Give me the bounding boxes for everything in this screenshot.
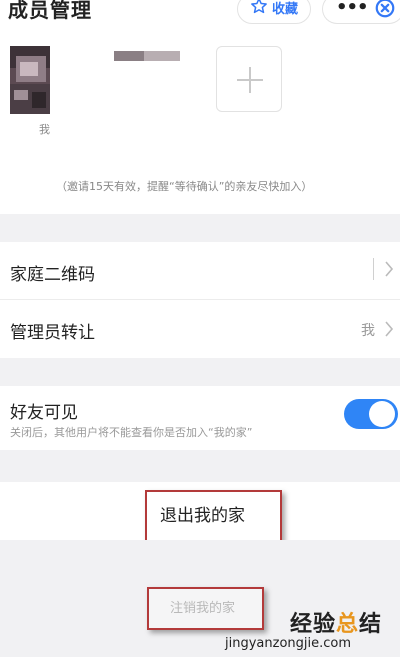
- admin-transfer-value: 我: [361, 323, 375, 339]
- more-button[interactable]: •••: [322, 0, 370, 24]
- friends-visible-label: 好友可见: [10, 403, 78, 423]
- friends-visible-description: 关闭后，其他用户将不能查看你是否加入“我的家”: [10, 426, 253, 439]
- qr-code-row[interactable]: 家庭二维码: [0, 242, 400, 300]
- section-divider: [0, 358, 400, 386]
- cancel-home-button[interactable]: 注销我的家: [170, 597, 235, 616]
- section-divider: [0, 214, 400, 242]
- chevron-right-icon: [384, 260, 394, 282]
- favorite-button[interactable]: 收藏: [237, 0, 311, 24]
- more-icon: •••: [336, 0, 369, 18]
- watermark-url: jingyanzongjie.com: [225, 636, 352, 651]
- friends-visible-toggle[interactable]: [344, 399, 398, 429]
- add-member-button[interactable]: [216, 46, 282, 112]
- section-divider: [0, 450, 400, 482]
- star-icon: [250, 0, 268, 19]
- qr-code-icon: [373, 258, 374, 280]
- admin-transfer-row[interactable]: 管理员转让 我: [0, 300, 400, 358]
- friends-visible-row: 好友可见: [0, 386, 400, 450]
- close-target-icon: [375, 0, 395, 18]
- qr-code-label: 家庭二维码: [10, 265, 95, 285]
- app-header: 成员管理 收藏 •••: [0, 0, 400, 30]
- close-mini-program-button[interactable]: [370, 0, 400, 24]
- chevron-right-icon: [384, 320, 394, 342]
- members-section: 我 （邀请15天有效，提醒“等待确认”的亲友尽快加入）: [0, 30, 400, 214]
- page-title: 成员管理: [8, 0, 92, 22]
- member-avatar[interactable]: [114, 46, 180, 61]
- admin-transfer-label: 管理员转让: [10, 323, 95, 343]
- watermark-logo: 经验总结: [290, 612, 383, 637]
- invite-note: （邀请15天有效，提醒“等待确认”的亲友尽快加入）: [56, 180, 313, 193]
- avatar[interactable]: [10, 46, 50, 114]
- toggle-knob: [369, 401, 395, 427]
- favorite-label: 收藏: [272, 2, 299, 17]
- member-name: 我: [39, 123, 50, 136]
- exit-home-button[interactable]: 退出我的家: [160, 501, 245, 526]
